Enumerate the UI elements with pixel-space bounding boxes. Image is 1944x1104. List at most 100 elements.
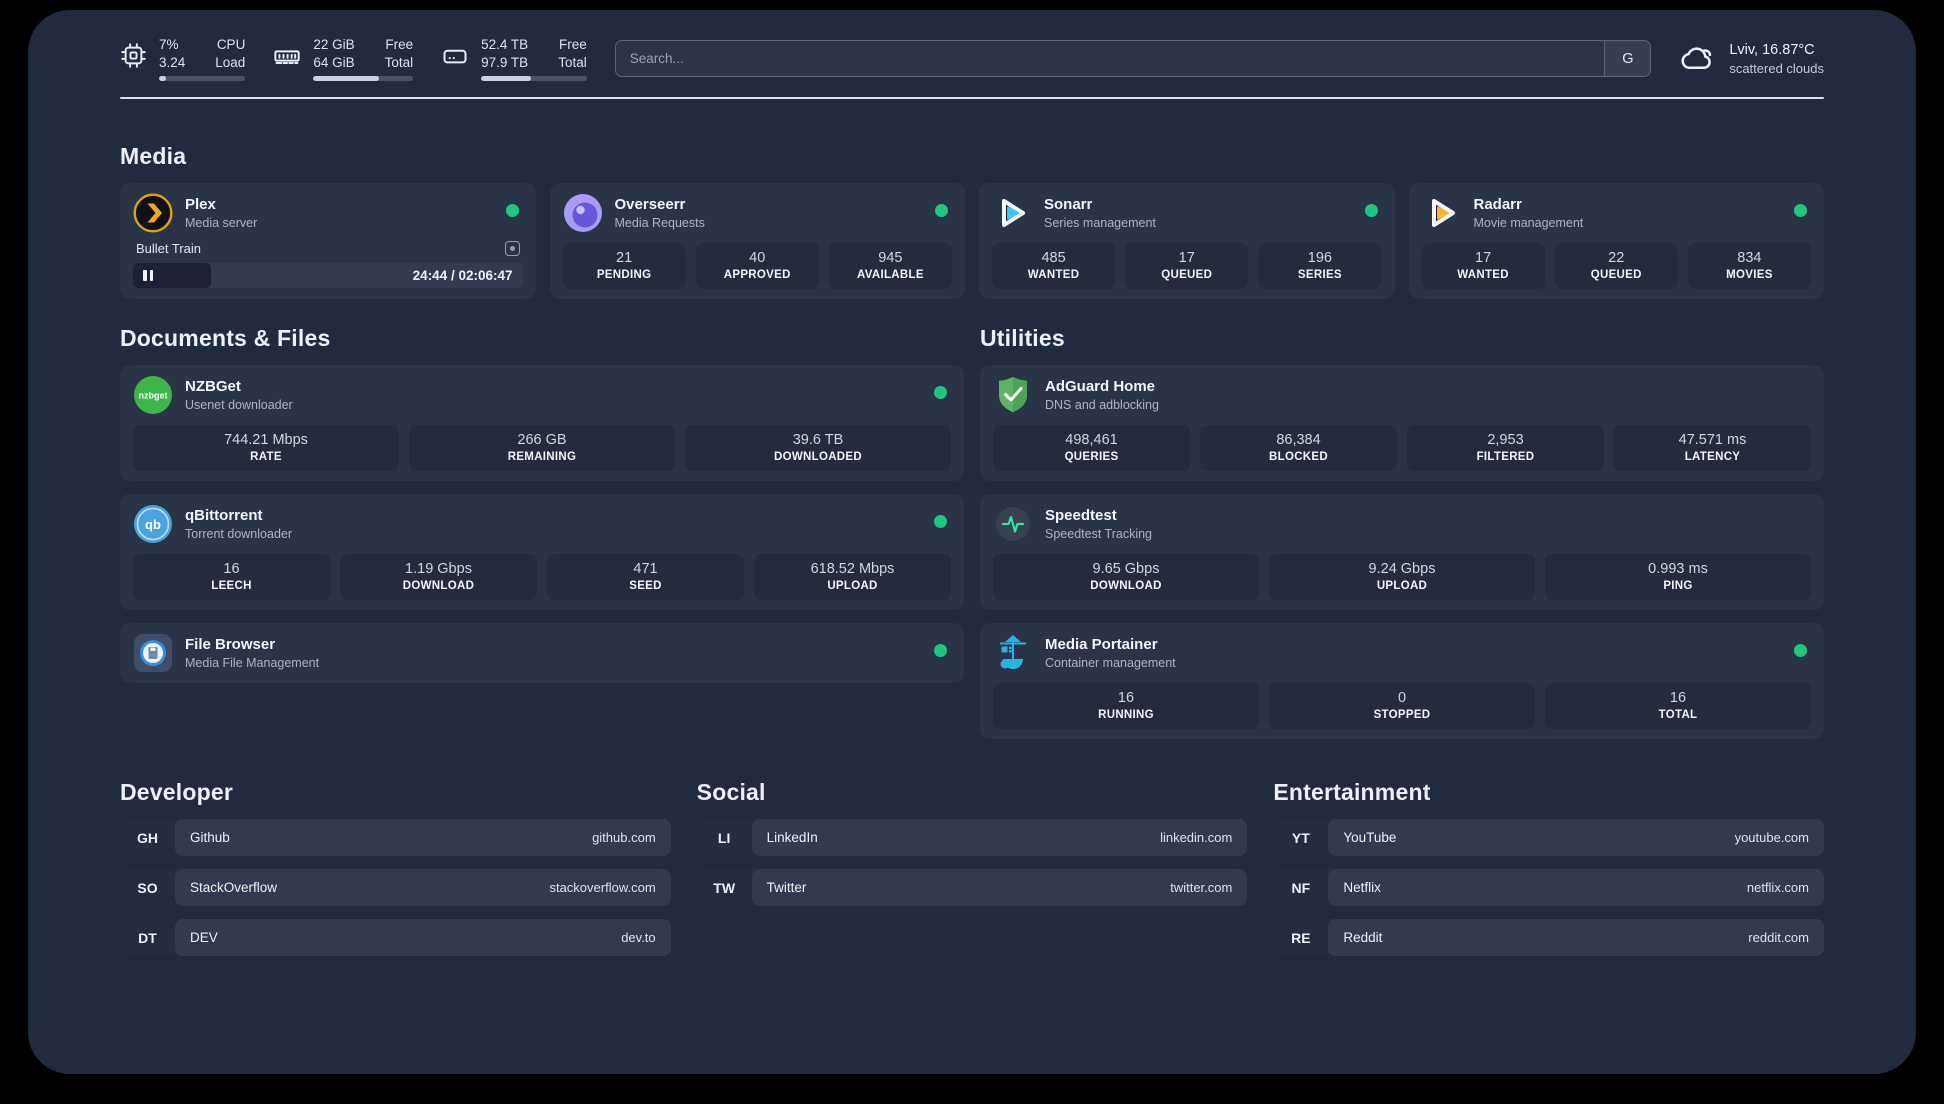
app-name: Media Portainer (1045, 636, 1158, 654)
link-abbr: TW (713, 879, 736, 896)
stat-tile: 0 STOPPED (1269, 683, 1535, 730)
memory-icon (273, 42, 301, 81)
link-url: dev.to (621, 930, 656, 946)
app-name: qBittorrent (185, 507, 263, 525)
link-url: github.com (592, 830, 656, 846)
speedtest-icon (993, 504, 1033, 544)
link-url: netflix.com (1746, 880, 1809, 896)
weather-location-temp: Lviv, 16.87°C (1729, 41, 1815, 58)
search-input[interactable] (615, 41, 1605, 77)
sonarr-icon (992, 193, 1032, 233)
cpu-chip-icon (120, 42, 147, 81)
media-grid: Plex Media server Bullet Train 24:44 / 0… (120, 183, 1824, 300)
app-card-plex[interactable]: Plex Media server Bullet Train 24:44 / 0… (120, 183, 536, 300)
status-badge (934, 515, 947, 529)
link-row-reddit[interactable]: RE Reddit reddit.com (1273, 919, 1824, 957)
link-name: YouTube (1343, 830, 1397, 846)
top-bar: 7% 3.24 CPU Load 22 GiB 64 GiB Free Tota… (120, 36, 1824, 82)
app-name: Plex (185, 196, 216, 214)
now-playing-detail-icon[interactable] (504, 241, 520, 257)
search-bar: G (614, 40, 1652, 78)
link-row-netflix[interactable]: NF Netflix netflix.com (1273, 869, 1824, 907)
link-row-youtube[interactable]: YT YouTube youtube.com (1273, 819, 1824, 857)
stat-tile: 40 APPROVED (695, 243, 819, 290)
app-name: AdGuard Home (1045, 378, 1156, 396)
app-subtitle: Container management (1045, 656, 1176, 671)
stat-tile: 1.19 Gbps DOWNLOAD (340, 554, 537, 601)
app-subtitle: DNS and adblocking (1045, 398, 1159, 413)
status-badge (505, 204, 519, 218)
overseerr-icon (563, 193, 603, 233)
svg-text:qb: qb (145, 517, 161, 532)
stat-tile: 86,384 BLOCKED (1200, 425, 1397, 472)
memory-labels: Free Total (384, 37, 414, 70)
status-badge (1794, 204, 1807, 218)
stat-tile: 485 WANTED (992, 243, 1116, 290)
link-row-linkedin[interactable]: LI LinkedIn linkedin.com (696, 819, 1248, 857)
link-name: StackOverflow (190, 880, 278, 896)
link-abbr: DT (138, 929, 157, 946)
stat-tile: 0.993 ms PING (1545, 554, 1811, 601)
stat-tile: 22 QUEUED (1554, 243, 1678, 290)
app-card-radarr[interactable]: Radarr Movie management 17 WANTED 22 QUE… (1408, 183, 1824, 300)
app-card-portainer[interactable]: Media Portainer Container management 16 … (980, 623, 1824, 740)
app-card-sonarr[interactable]: Sonarr Series management 485 WANTED 17 Q… (979, 183, 1395, 300)
stat-tile: 16 RUNNING (993, 683, 1259, 730)
stat-tile: 618.52 Mbps UPLOAD (754, 554, 951, 601)
weather-condition: scattered clouds (1729, 60, 1824, 76)
utilities-column: Utilities AdGuard Home DNS and adblockin… (980, 325, 1824, 740)
link-name: Reddit (1343, 930, 1383, 946)
app-subtitle: Movie management (1473, 216, 1584, 231)
app-card-speedtest[interactable]: Speedtest Speedtest Tracking 9.65 Gbps D… (980, 494, 1824, 611)
header-divider (120, 97, 1824, 100)
app-name: Sonarr (1044, 196, 1093, 214)
disk-values: 52.4 TB 97.9 TB (481, 37, 529, 70)
status-badge (1364, 204, 1378, 218)
stat-tile: 47.571 ms LATENCY (1614, 425, 1811, 472)
stat-tile: 9.24 Gbps UPLOAD (1269, 554, 1535, 601)
app-name: Speedtest (1045, 507, 1117, 525)
adguard-icon (993, 375, 1033, 415)
memory-stat-widget: 22 GiB 64 GiB Free Total (273, 36, 414, 82)
stat-tile: 196 SERIES (1258, 243, 1382, 290)
social-column: Social LI LinkedIn linkedin.com TW Twitt… (696, 779, 1248, 907)
app-name: NZBGet (185, 378, 241, 396)
link-row-twitter[interactable]: TW Twitter twitter.com (696, 869, 1248, 907)
app-subtitle: Media server (185, 216, 258, 231)
link-abbr: SO (137, 879, 158, 896)
stat-tile: 945 AVAILABLE (828, 243, 952, 290)
radarr-icon (1422, 193, 1462, 233)
disk-labels: Free Total (558, 37, 587, 70)
status-badge (934, 644, 947, 658)
cpu-stat-widget: 7% 3.24 CPU Load (120, 36, 246, 82)
app-card-nzbget[interactable]: nzbget NZBGet Usenet downloader 744.21 M… (120, 365, 964, 482)
section-title-developer: Developer (120, 779, 234, 806)
stat-tile: 834 MOVIES (1687, 243, 1811, 290)
app-card-filebrowser[interactable]: File Browser Media File Management (120, 623, 964, 684)
link-row-dev[interactable]: DT DEV dev.to (120, 919, 671, 957)
app-subtitle: Torrent downloader (185, 527, 293, 542)
plex-icon (133, 193, 173, 233)
section-title-utilities: Utilities (980, 325, 1065, 352)
stat-tile: 266 GB REMAINING (409, 425, 675, 472)
link-row-github[interactable]: GH Github github.com (120, 819, 671, 857)
cpu-labels: CPU Load (215, 37, 246, 70)
app-card-qbittorrent[interactable]: qb qBittorrent Torrent downloader 16 LEE… (120, 494, 964, 611)
link-url: youtube.com (1734, 830, 1809, 846)
link-abbr: RE (1291, 929, 1311, 946)
link-name: Github (190, 830, 230, 846)
cpu-values: 7% 3.24 (159, 37, 186, 70)
app-subtitle: Media File Management (185, 656, 320, 671)
pause-button[interactable] (143, 270, 153, 282)
app-card-overseerr[interactable]: Overseerr Media Requests 21 PENDING 40 A… (549, 183, 965, 300)
player-progress-bar[interactable]: 24:44 / 02:06:47 (133, 263, 523, 289)
stat-tile: 16 TOTAL (1545, 683, 1811, 730)
link-row-stackoverflow[interactable]: SO StackOverflow stackoverflow.com (120, 869, 671, 907)
app-name: Overseerr (614, 196, 686, 214)
link-abbr: YT (1291, 829, 1310, 846)
cpu-progress-bar (159, 76, 246, 82)
link-abbr: NF (1291, 879, 1311, 896)
app-card-adguard[interactable]: AdGuard Home DNS and adblocking 498,461 … (980, 365, 1824, 482)
section-title-documents: Documents & Files (120, 325, 331, 352)
search-engine-button[interactable]: G (1604, 41, 1651, 77)
